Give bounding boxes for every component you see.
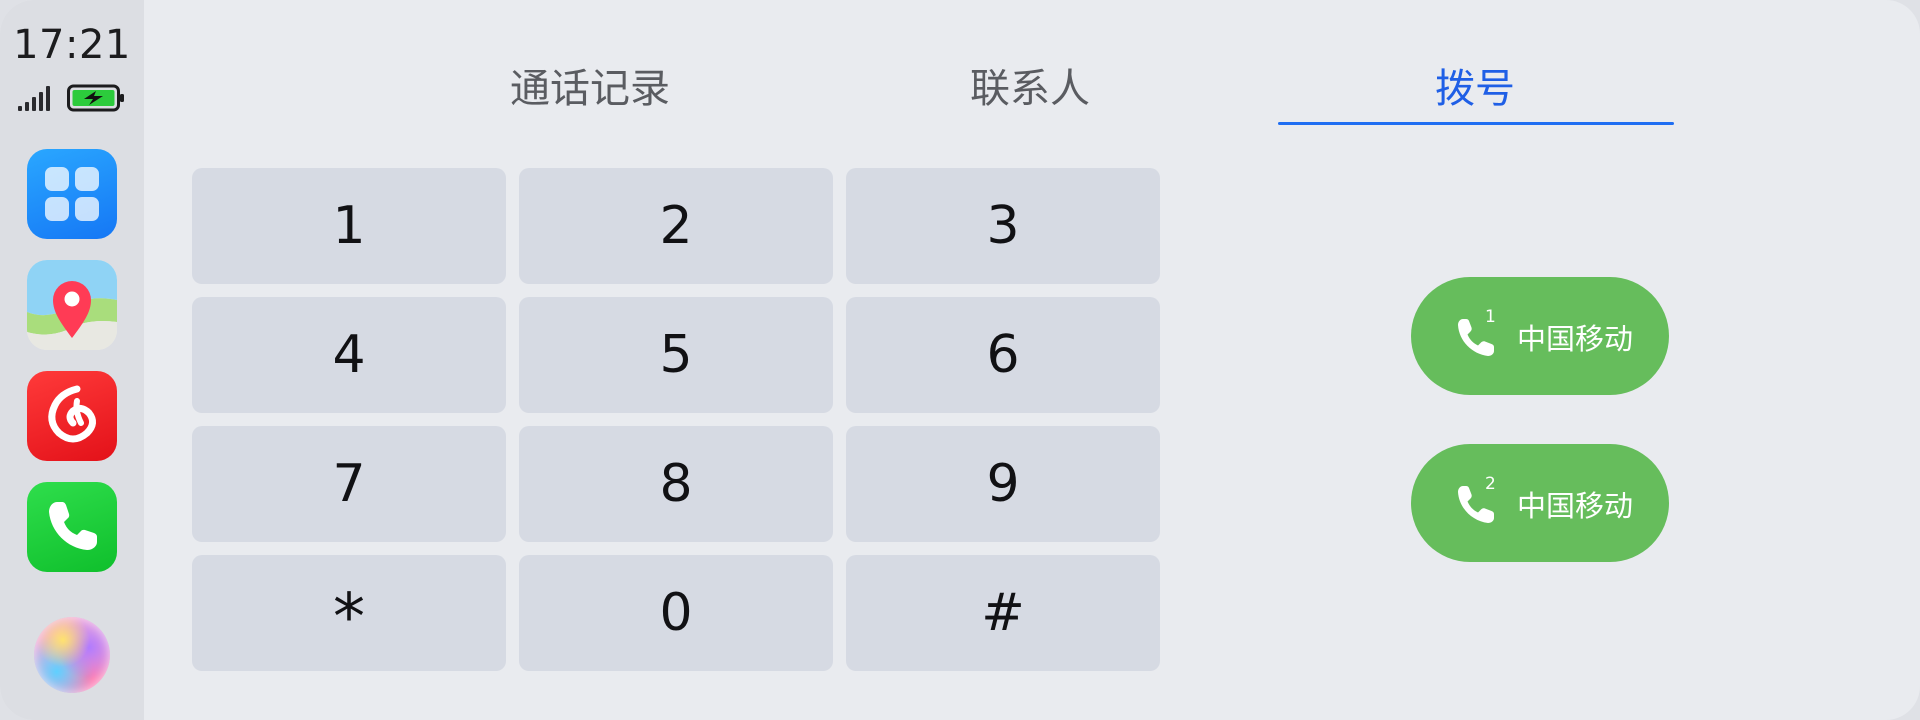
tab-call-history[interactable]: 通话记录: [480, 56, 700, 112]
call-sim2-button[interactable]: 2 中国移动: [1411, 444, 1669, 562]
voice-assistant-icon[interactable]: [34, 617, 110, 693]
signal-bars-icon: [18, 86, 50, 111]
phone-app-icon[interactable]: [27, 482, 117, 572]
battery-charging-icon: [67, 84, 124, 112]
carrier-label: 中国移动: [1517, 322, 1634, 356]
key-3[interactable]: 3: [846, 168, 1160, 284]
maps-app-icon[interactable]: [27, 260, 117, 350]
tab-dial[interactable]: 拨号: [1335, 56, 1615, 112]
launcher-app-icon[interactable]: [27, 149, 117, 239]
dial-keypad: 1 2 3 4 5 6 7 8 9 * 0 #: [192, 168, 1161, 672]
key-9[interactable]: 9: [846, 426, 1160, 542]
sim-number: 2: [1485, 474, 1496, 494]
dialer-screen: 17:21 通话记录 联系人 拨号 1 2 3 4 5 6 7 8 9 * 0 …: [0, 0, 1920, 720]
netease-music-icon[interactable]: [27, 371, 117, 461]
call-sim1-button[interactable]: 1 中国移动: [1411, 277, 1669, 395]
key-5[interactable]: 5: [519, 297, 833, 413]
carrier-label: 中国移动: [1517, 489, 1634, 523]
dock: 17:21: [0, 0, 144, 720]
status-time: 17:21: [13, 22, 131, 68]
key-6[interactable]: 6: [846, 297, 1160, 413]
key-8[interactable]: 8: [519, 426, 833, 542]
active-tab-indicator: [1278, 122, 1674, 125]
tab-contacts[interactable]: 联系人: [920, 56, 1140, 112]
key-4[interactable]: 4: [192, 297, 506, 413]
key-7[interactable]: 7: [192, 426, 506, 542]
key-0[interactable]: 0: [519, 555, 833, 671]
key-2[interactable]: 2: [519, 168, 833, 284]
key-hash[interactable]: #: [846, 555, 1160, 671]
key-1[interactable]: 1: [192, 168, 506, 284]
key-star[interactable]: *: [192, 555, 506, 671]
sim-number: 1: [1485, 307, 1496, 327]
